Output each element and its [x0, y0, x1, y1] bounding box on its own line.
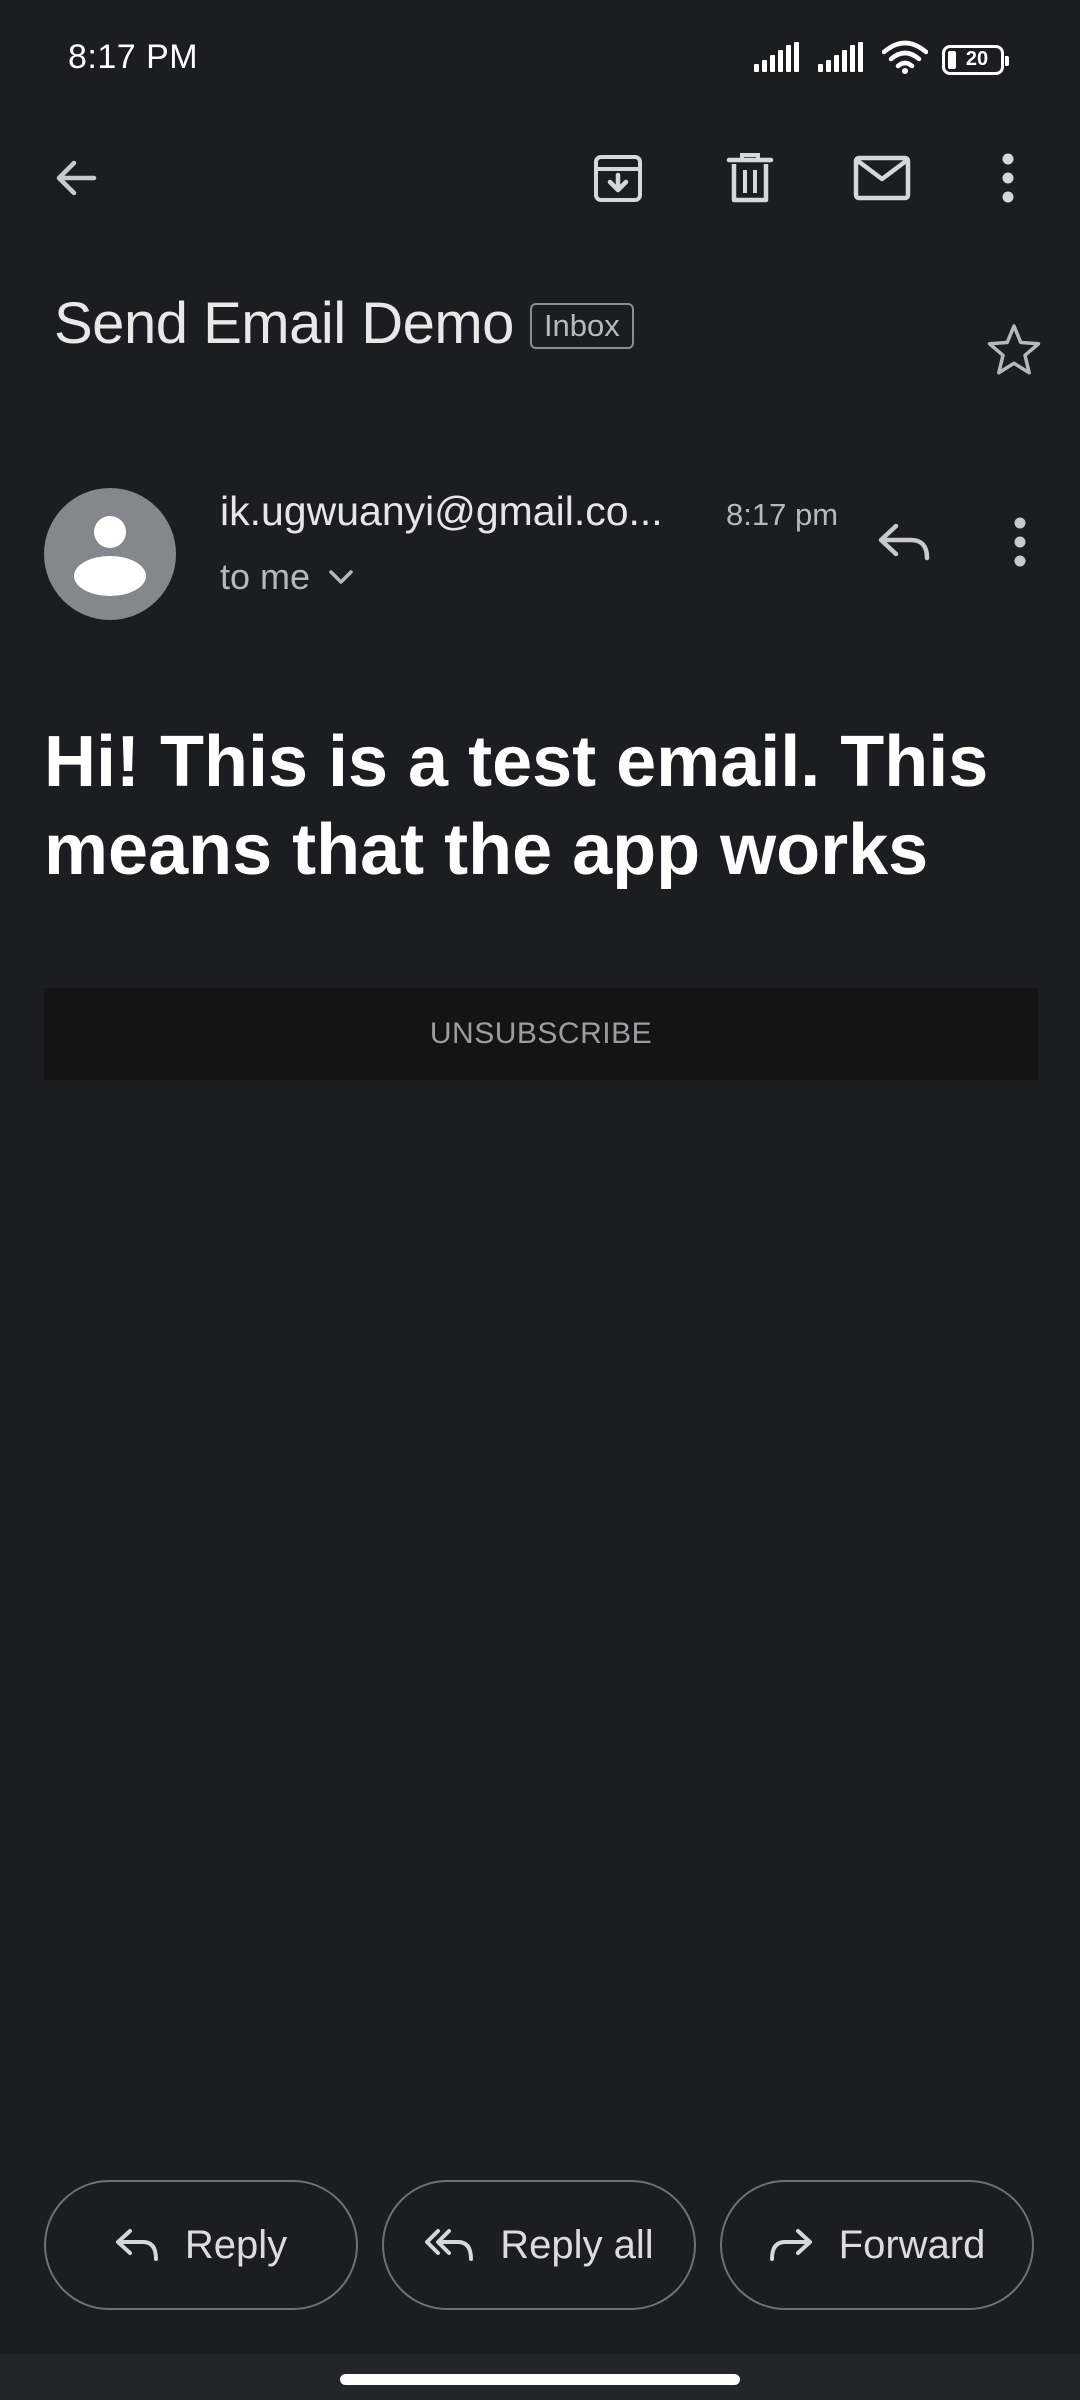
- person-icon: [74, 516, 146, 596]
- reply-icon: [878, 523, 930, 561]
- more-options-button[interactable]: [968, 138, 1048, 218]
- reply-icon-button[interactable]: [864, 502, 944, 582]
- delete-icon: [726, 153, 774, 203]
- message-more-button[interactable]: [980, 502, 1060, 582]
- reply-icon: [115, 2229, 158, 2261]
- avatar[interactable]: [44, 488, 176, 620]
- star-icon: [987, 324, 1041, 375]
- email-subject: Send Email Demo: [54, 291, 514, 356]
- status-icons: 20: [754, 40, 1009, 79]
- mark-unread-button[interactable]: [842, 138, 922, 218]
- star-button[interactable]: [974, 310, 1054, 390]
- battery-icon: 20: [942, 44, 1009, 75]
- forward-label: Forward: [838, 2222, 986, 2267]
- reply-all-icon: [425, 2229, 474, 2261]
- battery-level: 20: [965, 48, 989, 70]
- recipient-label: to me: [220, 556, 311, 597]
- reply-button[interactable]: Reply: [44, 2180, 358, 2310]
- status-time: 8:17 PM: [68, 38, 199, 76]
- status-bar: 8:17 PM 20: [0, 0, 1080, 120]
- sender-address[interactable]: ik.ugwuanyi@gmail.co...: [220, 488, 663, 535]
- signal-icon: [754, 42, 804, 77]
- email-body: Hi! This is a test email. This means tha…: [44, 722, 989, 890]
- subject-row: Send Email Demo Inbox: [54, 290, 634, 357]
- unsubscribe-button[interactable]: UNSUBSCRIBE: [44, 988, 1038, 1080]
- archive-icon: [594, 155, 642, 202]
- reply-label: Reply: [184, 2222, 288, 2267]
- chevron-down-icon: [329, 570, 353, 584]
- wifi-icon: [881, 40, 929, 79]
- delete-button[interactable]: [710, 138, 790, 218]
- email-time: 8:17 pm: [726, 497, 839, 532]
- inbox-label[interactable]: Inbox: [529, 302, 634, 349]
- archive-button[interactable]: [578, 138, 658, 218]
- reply-all-button[interactable]: Reply all: [382, 2180, 696, 2310]
- back-button[interactable]: [36, 138, 116, 218]
- email-screen: 8:17 PM 20 Send Email Demo Inbox ik.ugwu…: [0, 0, 1080, 2400]
- forward-icon: [769, 2229, 812, 2261]
- reply-all-label: Reply all: [500, 2222, 654, 2267]
- home-indicator[interactable]: [340, 2374, 740, 2385]
- more-vert-icon: [1014, 517, 1026, 567]
- recipient-details[interactable]: to me: [220, 556, 354, 598]
- forward-button[interactable]: Forward: [720, 2180, 1034, 2310]
- signal-icon: [818, 42, 868, 77]
- more-vert-icon: [1002, 153, 1014, 203]
- back-arrow-icon: [56, 160, 97, 196]
- mark-unread-icon: [853, 155, 911, 201]
